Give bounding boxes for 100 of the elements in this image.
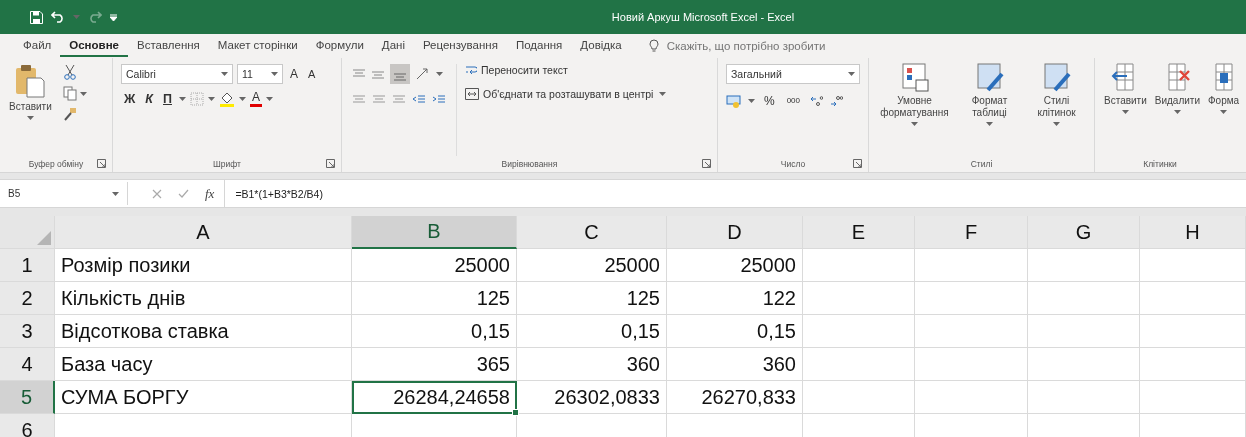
row-header[interactable]: 3	[0, 315, 55, 348]
scissors-icon[interactable]	[62, 64, 77, 80]
ribbon-tab[interactable]: Формули	[306, 35, 373, 57]
italic-button[interactable]: К	[142, 90, 156, 108]
dialog-launcher-icon[interactable]	[326, 159, 335, 168]
ribbon-tab[interactable]: Дані	[372, 35, 414, 57]
tell-me-field[interactable]: Скажіть, що потрібно зробити	[664, 39, 889, 53]
font-color-button[interactable]: A	[250, 91, 262, 107]
row-header[interactable]: 6	[0, 414, 55, 437]
column-header[interactable]: B	[352, 216, 517, 249]
caret-icon	[79, 91, 87, 96]
ribbon-tab[interactable]: Макет сторінки	[208, 35, 307, 57]
insert-cells-button[interactable]: Вставити	[1101, 62, 1150, 156]
cell-styles-button[interactable]: Стилі клітинок	[1025, 62, 1088, 156]
delete-cells-button[interactable]: Видалити	[1151, 62, 1203, 156]
table-cell: 26284,24658	[352, 381, 517, 414]
row-header[interactable]: 4	[0, 348, 55, 381]
thousands-separator-button[interactable]: 000	[783, 92, 804, 110]
align-top-icon[interactable]	[352, 68, 366, 80]
number-format-dropdown[interactable]: Загальний	[726, 64, 860, 84]
wrap-text-icon	[465, 64, 477, 76]
select-all-corner[interactable]	[0, 216, 55, 249]
merge-center-button[interactable]: Об'єднати та розташувати в центрі	[465, 88, 654, 100]
table-cell: 25000	[352, 249, 517, 282]
dialog-launcher-icon[interactable]	[702, 159, 711, 168]
table-cell: 0,15	[352, 315, 517, 348]
decrease-decimal-icon[interactable]	[829, 94, 844, 108]
table-cell: База часу	[55, 348, 352, 381]
ribbon-tab[interactable]: Рецензування	[413, 35, 507, 57]
table-cell: 26270,833	[667, 381, 803, 414]
ribbon-tab[interactable]: Довідка	[571, 35, 631, 57]
column-header[interactable]: F	[915, 216, 1028, 249]
formula-field[interactable]: =B1*(1+B3*B2/B4)	[225, 187, 1246, 200]
caret-icon	[221, 72, 228, 76]
cancel-icon[interactable]	[152, 188, 162, 199]
row-header[interactable]: 5	[0, 381, 55, 414]
text-orientation-icon[interactable]	[415, 67, 431, 81]
column-header[interactable]: E	[803, 216, 915, 249]
caret-icon	[911, 122, 918, 126]
ribbon-tab[interactable]: Вставлення	[128, 35, 209, 57]
window-title: Новий Аркуш Microsoft Excel - Excel	[611, 11, 795, 23]
percent-button[interactable]: %	[761, 92, 778, 110]
font-name-dropdown[interactable]: Calibri	[121, 64, 233, 84]
clipboard-icon	[15, 64, 46, 98]
cell-styles-icon	[1042, 62, 1071, 92]
undo-icon[interactable]	[51, 11, 65, 23]
dialog-launcher-icon[interactable]	[97, 159, 106, 168]
table-cell: 360	[517, 348, 667, 381]
align-middle-icon[interactable]	[371, 68, 385, 80]
table-cell: 365	[352, 348, 517, 381]
table-cell: 0,15	[667, 315, 803, 348]
table-cell: Відсоткова ставка	[55, 315, 352, 348]
paste-button[interactable]: Вставити	[6, 64, 55, 156]
increase-decimal-icon[interactable]	[809, 94, 824, 108]
fill-handle[interactable]	[512, 409, 519, 416]
bold-button[interactable]: Ж	[121, 90, 139, 108]
decrease-indent-icon[interactable]	[412, 94, 426, 106]
column-header[interactable]: H	[1140, 216, 1246, 249]
triangle-icon	[37, 231, 51, 245]
ribbon-tab[interactable]: Файл	[14, 35, 61, 57]
name-box[interactable]: B5	[0, 182, 128, 205]
copy-icon[interactable]	[62, 86, 77, 101]
save-icon[interactable]	[30, 10, 43, 24]
align-text-icon[interactable]	[392, 95, 406, 105]
caret-icon	[748, 99, 755, 103]
ribbon-tab[interactable]: Подання	[506, 35, 572, 57]
underline-button[interactable]: П	[160, 90, 175, 108]
caret-icon	[73, 15, 80, 19]
decrease-font-size-button[interactable]: A	[305, 65, 319, 83]
format-as-table-button[interactable]: Формат таблиці	[958, 62, 1021, 156]
column-header[interactable]: C	[517, 216, 667, 249]
group-label: Шрифт	[213, 159, 241, 169]
column-header[interactable]: A	[55, 216, 352, 249]
align-text-icon[interactable]	[372, 95, 386, 105]
insert-function-button[interactable]: fx	[205, 185, 215, 202]
dialog-launcher-icon[interactable]	[853, 159, 862, 168]
lightbulb-icon	[648, 39, 659, 53]
table-cell: СУМА БОРГУ	[55, 381, 352, 414]
align-bottom-icon[interactable]	[390, 64, 410, 84]
redo-icon[interactable]	[88, 11, 102, 23]
caret-icon	[208, 97, 215, 101]
fill-color-icon[interactable]	[219, 91, 235, 107]
increase-indent-icon[interactable]	[432, 94, 446, 106]
currency-icon[interactable]	[726, 94, 742, 108]
conditional-formatting-button[interactable]: Умовне форматування	[875, 62, 954, 156]
font-size-dropdown[interactable]: 11	[237, 64, 283, 84]
format-painter-icon[interactable]	[62, 107, 77, 121]
checkmark-icon[interactable]	[178, 189, 189, 198]
row-header[interactable]: 2	[0, 282, 55, 315]
group-label: Клітинки	[1143, 159, 1177, 169]
column-header[interactable]: G	[1028, 216, 1140, 249]
wrap-text-button[interactable]: Переносити текст	[465, 64, 568, 76]
row-header[interactable]: 1	[0, 249, 55, 282]
align-text-icon[interactable]	[352, 95, 366, 105]
merge-cells-icon	[465, 88, 479, 100]
customize-toolbar-icon[interactable]	[110, 13, 117, 21]
format-cells-button[interactable]: Форма	[1205, 62, 1243, 156]
increase-font-size-button[interactable]: A	[287, 65, 301, 83]
ribbon-tab[interactable]: Основне	[60, 35, 128, 57]
column-header[interactable]: D	[667, 216, 803, 249]
